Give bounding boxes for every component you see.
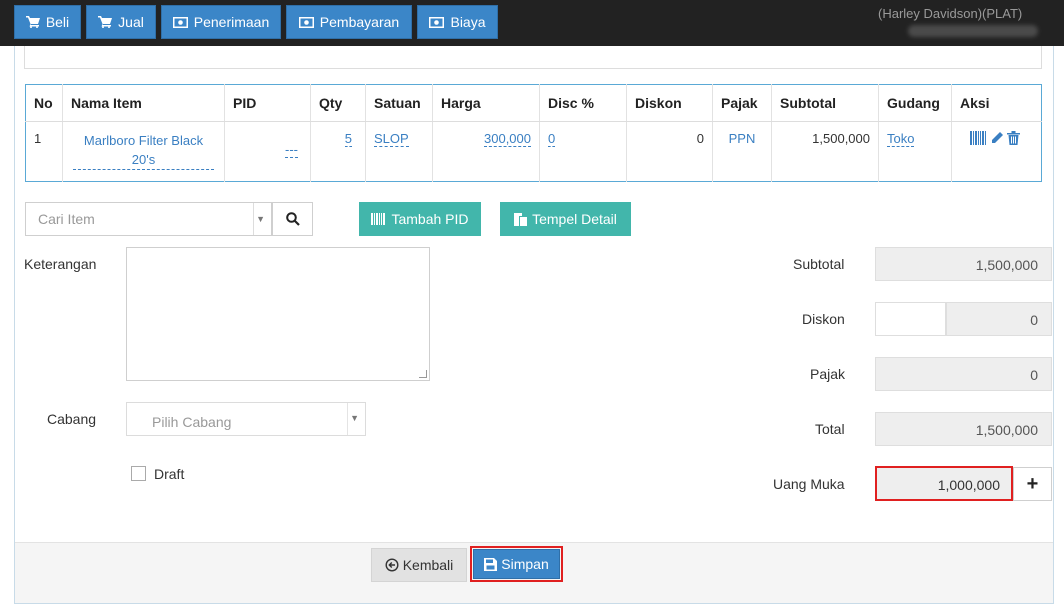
total-label: Total	[815, 421, 845, 437]
plus-icon: +	[1026, 472, 1039, 495]
uang-muka-label: Uang Muka	[773, 476, 845, 492]
top-navbar: Beli Jual Penerimaan Pembayaran Biaya (H…	[0, 0, 1064, 46]
caret-down-icon: ▼	[256, 214, 265, 224]
add-uang-muka-button[interactable]: +	[1013, 467, 1052, 501]
cabang-label: Cabang	[47, 411, 97, 427]
paste-icon	[514, 213, 528, 226]
header-satuan: Satuan	[365, 84, 433, 122]
jual-button[interactable]: Jual	[86, 5, 156, 39]
items-table: No Nama Item PID Qty Satuan Harga Disc %…	[25, 84, 1042, 182]
cell-satuan[interactable]: SLOP	[374, 131, 409, 147]
draft-checkbox[interactable]	[131, 466, 146, 481]
subtotal-field: 1,500,000	[875, 247, 1052, 281]
cell-pajak[interactable]: PPN	[729, 131, 756, 146]
cell-no: 1	[25, 121, 63, 182]
barcode-icon	[371, 213, 386, 225]
biaya-label: Biaya	[450, 14, 486, 30]
money-icon	[172, 16, 188, 28]
cell-diskon: 0	[626, 121, 713, 182]
header-harga: Harga	[432, 84, 540, 122]
search-button[interactable]	[272, 202, 313, 236]
back-arrow-circle-icon	[385, 558, 399, 572]
cell-subtotal: 1,500,000	[771, 121, 879, 182]
kembali-button[interactable]: Kembali	[371, 548, 467, 582]
header-no: No	[25, 84, 63, 122]
header-aksi: Aksi	[951, 84, 1042, 122]
cart-icon	[98, 16, 113, 28]
header-subtotal: Subtotal	[771, 84, 879, 122]
tempel-detail-label: Tempel Detail	[532, 211, 617, 227]
diskon-label: Diskon	[802, 311, 845, 327]
barcode-icon[interactable]	[970, 131, 986, 145]
tempel-detail-button[interactable]: Tempel Detail	[500, 202, 631, 236]
subtotal-label: Subtotal	[793, 256, 845, 272]
cell-disc-pct[interactable]: 0	[548, 131, 556, 147]
simpan-label: Simpan	[501, 556, 549, 572]
cell-aksi	[952, 122, 1042, 182]
header-field-strip	[24, 46, 1042, 69]
pencil-icon[interactable]	[990, 131, 1004, 145]
user-subtitle-blurred	[908, 25, 1038, 37]
keterangan-label: Keterangan	[24, 256, 97, 272]
cari-item-select[interactable]: Cari Item ▼	[25, 202, 272, 236]
table-header-row: No Nama Item PID Qty Satuan Harga Disc %…	[25, 84, 1042, 122]
header-nama-item: Nama Item	[62, 84, 225, 122]
jual-label: Jual	[118, 14, 144, 30]
pajak-label: Pajak	[810, 366, 846, 382]
header-pid: PID	[224, 84, 311, 122]
money-icon	[429, 16, 445, 28]
keterangan-textarea[interactable]	[126, 247, 430, 381]
user-name[interactable]: (Harley Davidson)(PLAT)	[878, 6, 1022, 21]
money-icon	[298, 16, 314, 28]
uang-muka-field[interactable]: 1,000,000	[875, 466, 1013, 501]
draft-label: Draft	[154, 466, 185, 482]
tambah-pid-label: Tambah PID	[391, 211, 469, 227]
header-diskon: Diskon	[626, 84, 713, 122]
cell-qty[interactable]: 5	[344, 131, 352, 147]
resize-grip-icon[interactable]	[419, 370, 427, 378]
trash-icon[interactable]	[1007, 131, 1021, 145]
cari-item-placeholder: Cari Item	[38, 211, 95, 227]
cart-icon	[25, 16, 40, 28]
table-row: 1 Marlboro Filter Black 20's --- 5 SLOP …	[25, 121, 1042, 182]
cabang-select[interactable]: Pilih Cabang ▼	[126, 402, 366, 436]
simpan-button[interactable]: Simpan	[473, 549, 560, 579]
diskon-field: 0	[946, 302, 1052, 336]
cell-harga[interactable]: 300,000	[484, 131, 531, 147]
cabang-placeholder: Pilih Cabang	[152, 414, 232, 430]
search-icon	[285, 212, 300, 226]
cell-gudang[interactable]: Toko	[887, 131, 915, 147]
save-icon	[484, 557, 498, 571]
pajak-field: 0	[875, 357, 1052, 391]
tambah-pid-button[interactable]: Tambah PID	[359, 202, 481, 236]
caret-down-icon: ▼	[350, 413, 359, 423]
cell-pid[interactable]: ---	[285, 142, 298, 158]
penerimaan-button[interactable]: Penerimaan	[161, 5, 281, 39]
pembayaran-button[interactable]: Pembayaran	[286, 5, 412, 39]
kembali-label: Kembali	[402, 557, 454, 573]
header-pajak: Pajak	[712, 84, 772, 122]
header-gudang: Gudang	[878, 84, 952, 122]
total-field: 1,500,000	[875, 412, 1052, 446]
beli-label: Beli	[45, 14, 70, 30]
penerimaan-label: Penerimaan	[193, 14, 270, 30]
cell-nama-item[interactable]: Marlboro Filter Black 20's	[73, 131, 214, 170]
pembayaran-label: Pembayaran	[319, 14, 400, 30]
beli-button[interactable]: Beli	[14, 5, 81, 39]
diskon-input[interactable]	[875, 302, 946, 336]
header-qty: Qty	[310, 84, 366, 122]
header-disc-pct: Disc %	[539, 84, 627, 122]
biaya-button[interactable]: Biaya	[417, 5, 498, 39]
